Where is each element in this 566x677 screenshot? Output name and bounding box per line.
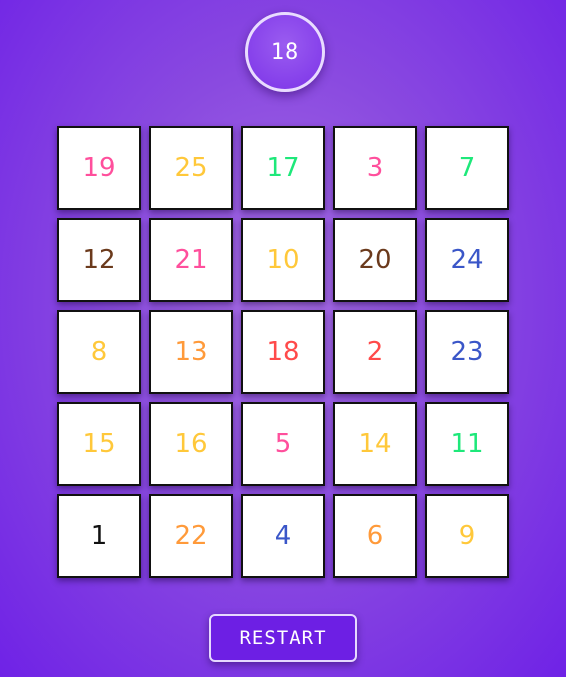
number-tile[interactable]: 1 — [57, 494, 141, 578]
number-tile[interactable]: 8 — [57, 310, 141, 394]
number-tile[interactable]: 17 — [241, 126, 325, 210]
timer-display: 18 — [245, 12, 325, 92]
number-tile[interactable]: 21 — [149, 218, 233, 302]
number-tile[interactable]: 10 — [241, 218, 325, 302]
number-tile[interactable]: 22 — [149, 494, 233, 578]
number-tile[interactable]: 18 — [241, 310, 325, 394]
number-tile[interactable]: 11 — [425, 402, 509, 486]
number-tile[interactable]: 25 — [149, 126, 233, 210]
number-tile[interactable]: 5 — [241, 402, 325, 486]
number-tile[interactable]: 9 — [425, 494, 509, 578]
number-tile[interactable]: 19 — [57, 126, 141, 210]
number-tile[interactable]: 23 — [425, 310, 509, 394]
number-tile[interactable]: 13 — [149, 310, 233, 394]
number-tile[interactable]: 7 — [425, 126, 509, 210]
number-tile[interactable]: 2 — [333, 310, 417, 394]
number-grid: 19 25 17 3 7 12 21 10 20 24 8 13 18 2 23… — [57, 126, 509, 578]
number-tile[interactable]: 15 — [57, 402, 141, 486]
number-tile[interactable]: 6 — [333, 494, 417, 578]
number-tile[interactable]: 14 — [333, 402, 417, 486]
number-tile[interactable]: 20 — [333, 218, 417, 302]
restart-button[interactable]: RESTART — [209, 614, 357, 662]
number-tile[interactable]: 16 — [149, 402, 233, 486]
number-tile[interactable]: 24 — [425, 218, 509, 302]
number-tile[interactable]: 4 — [241, 494, 325, 578]
number-tile[interactable]: 12 — [57, 218, 141, 302]
number-tile[interactable]: 3 — [333, 126, 417, 210]
